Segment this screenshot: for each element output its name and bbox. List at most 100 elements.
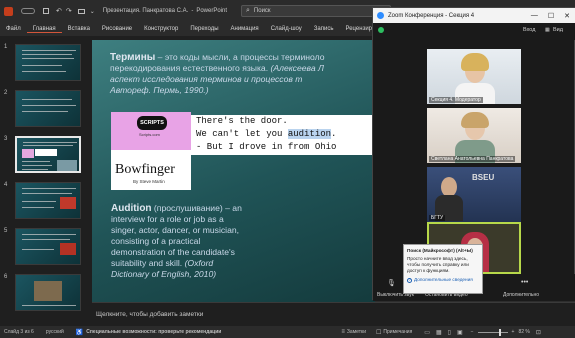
zoom-title-bar: Zoom Конференция - Секция 4 — ☐ ✕ — [373, 8, 575, 23]
tab-animations[interactable]: Анимация — [225, 26, 265, 32]
tooltip-link-text: Дополнительные сведения — [414, 277, 473, 282]
normal-view-icon[interactable]: ▭ — [424, 329, 430, 336]
audition-text: consisting of a practical — [111, 236, 201, 246]
terms-text: перекодирования естественного языка. — [110, 63, 269, 73]
notes-button[interactable]: Заметки — [347, 329, 366, 335]
slide-thumbnail-3[interactable] — [15, 136, 81, 173]
customize-qat-icon[interactable]: ⌄ — [90, 8, 95, 15]
terms-heading: Термины — [110, 52, 156, 63]
participant-tile-3[interactable]: BSEU БГТУ — [427, 167, 521, 222]
audition-paragraph: Audition (прослушивание) – an interview … — [111, 203, 281, 280]
grid-view-icon[interactable]: ▦ — [545, 27, 550, 33]
terms-paragraph: Термины – это коды мысли, а процессы тер… — [110, 52, 375, 96]
participant-name: Светлана Анатольевна Панкратова — [429, 156, 516, 162]
tab-insert[interactable]: Вставка — [62, 26, 96, 32]
zoom-in-icon[interactable]: + — [512, 329, 515, 335]
autosave-toggle[interactable] — [21, 8, 35, 14]
participant-name: Секция 4. Модератор — [429, 97, 483, 103]
script-excerpt: There's the door. We can't let you audit… — [191, 115, 375, 155]
thumb-number: 4 — [4, 182, 8, 188]
slide-thumbnail-5[interactable] — [15, 228, 81, 265]
participant-tile-1[interactable]: Секция 4. Модератор — [427, 49, 521, 104]
audition-reference: (Oxford — [184, 258, 214, 268]
tab-draw[interactable]: Рисование — [96, 26, 138, 32]
zoom-slider-thumb[interactable] — [498, 328, 501, 336]
notes-pane[interactable]: Щелкните, чтобы добавить заметки — [92, 302, 575, 326]
audition-reference: Dictionary of English, 2010) — [111, 269, 217, 279]
slide-sorter-icon[interactable]: ▦ — [436, 329, 442, 336]
tab-slideshow[interactable]: Слайд-шоу — [265, 26, 308, 32]
slideshow-view-icon[interactable]: ▣ — [457, 329, 463, 336]
more-options-icon[interactable]: ••• — [521, 279, 528, 286]
search-box[interactable]: ⌕ Поиск — [241, 5, 391, 17]
script-line: - But I drove in from Ohio — [196, 142, 337, 152]
zoom-out-icon[interactable]: − — [471, 329, 474, 335]
reading-view-icon[interactable]: ▯ — [448, 329, 451, 336]
slide-thumbnail-6[interactable] — [15, 274, 81, 311]
terms-reference: аспект исследования терминов и процессов… — [110, 74, 303, 84]
comments-icon[interactable]: ☐ — [376, 329, 381, 336]
tooltip-title: Поиск (Майкрософт) (Alt+Ы) — [407, 248, 473, 253]
tab-design[interactable]: Конструктор — [138, 26, 184, 32]
slide-thumbnail-1[interactable] — [15, 44, 81, 81]
language-indicator[interactable]: русский — [46, 329, 64, 335]
microphone-icon[interactable]: 🎙 — [387, 279, 396, 287]
participant-name: БГТУ — [429, 215, 446, 221]
slide-canvas[interactable]: Термины – это коды мысли, а процессы тер… — [92, 40, 375, 302]
tooltip-more-link[interactable]: ? Дополнительные сведения — [407, 277, 479, 283]
slide-thumbnail-2[interactable] — [15, 90, 81, 127]
maximize-icon[interactable]: ☐ — [548, 12, 554, 20]
thumb-number: 2 — [4, 90, 8, 96]
tooltip-body: Просто начните ввод здесь, чтобы получит… — [407, 256, 469, 273]
slide-thumbnail-4[interactable] — [15, 182, 81, 219]
terms-reference: Автореф. Пермь, 1990.) — [110, 85, 209, 95]
highlighted-word: audition — [287, 129, 332, 139]
more-button[interactable]: Дополнительно — [503, 292, 539, 298]
audition-text: demonstration of the candidate's — [111, 247, 235, 257]
comments-button[interactable]: Примечания — [383, 329, 412, 335]
audition-heading: Audition — [111, 203, 152, 214]
search-icon: ⌕ — [246, 7, 250, 14]
zoom-logo-icon — [377, 12, 384, 19]
tab-home[interactable]: Главная — [26, 26, 62, 33]
powerpoint-logo-icon — [4, 6, 13, 16]
view-button[interactable]: Вид — [553, 27, 563, 33]
search-placeholder: Поиск — [253, 8, 271, 14]
redo-icon[interactable]: ↷ — [66, 7, 72, 15]
search-tooltip: Поиск (Майкрософт) (Alt+Ы) Просто начнит… — [403, 244, 483, 294]
fit-to-window-icon[interactable]: ⊡ — [536, 329, 541, 336]
document-title: Презентация. Панкратова С.А. — [102, 8, 189, 14]
audition-text: singer, actor, dancer, or musician, — [111, 225, 240, 235]
tab-transitions[interactable]: Переходы — [184, 26, 224, 32]
status-bar: Слайд 3 из 6 русский ♿ Специальные возмо… — [0, 326, 575, 338]
terms-text: – это коды мысли, а процессы терминоло — [155, 52, 325, 62]
present-icon[interactable] — [77, 8, 85, 14]
zoom-slider[interactable] — [477, 328, 508, 336]
bowfinger-poster: SCRIPTS Scripts.com Bowfinger By Steve M… — [111, 112, 191, 190]
terms-reference: (Алексеева Л — [270, 63, 324, 73]
audition-text: suitability and skill. — [111, 258, 183, 268]
slide-thumbnails-panel[interactable]: 1 2 3 4 5 6 — [0, 40, 92, 326]
thumb-number: 1 — [4, 44, 8, 50]
accessibility-status[interactable]: Специальные возможности: проверьте реком… — [86, 329, 221, 335]
undo-icon[interactable]: ↶ — [56, 7, 62, 15]
save-icon[interactable] — [43, 8, 49, 14]
zoom-window: Zoom Конференция - Секция 4 — ☐ ✕ Вход ▦… — [372, 7, 575, 301]
tab-file[interactable]: Файл — [0, 26, 27, 32]
participant-tile-2[interactable]: Светлана Анатольевна Панкратова — [427, 108, 521, 163]
movie-title: Bowfinger — [115, 162, 175, 177]
zoom-window-title: Zoom Конференция - Секция 4 — [388, 12, 475, 19]
zoom-level[interactable]: 82 % — [518, 329, 529, 335]
zoom-top-bar: Вход ▦ Вид — [373, 23, 575, 40]
audition-text: interview for a role or job as a — [111, 214, 224, 224]
tab-record[interactable]: Запись — [308, 26, 340, 32]
app-name: PowerPoint — [196, 8, 227, 14]
thumb-number: 5 — [4, 228, 8, 234]
notes-icon[interactable]: ≡ — [341, 329, 345, 335]
enter-button[interactable]: Вход — [523, 27, 535, 33]
security-shield-icon[interactable] — [378, 27, 384, 33]
accessibility-icon[interactable]: ♿ — [76, 329, 83, 336]
close-icon[interactable]: ✕ — [564, 12, 570, 20]
audition-text: (прослушивание) – an — [151, 203, 242, 213]
minimize-icon[interactable]: — — [531, 12, 538, 19]
